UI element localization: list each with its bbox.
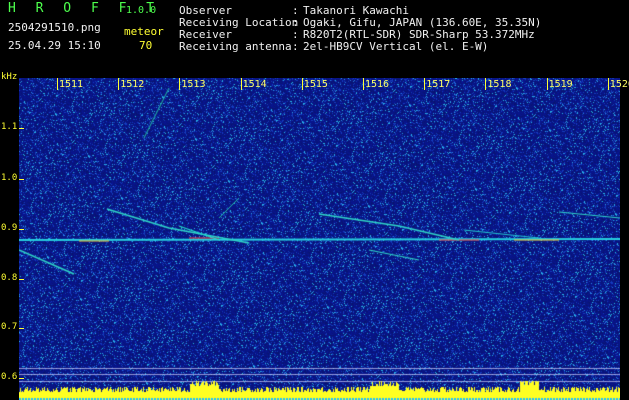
x-tick-mark: [301, 78, 303, 90]
x-tick-label: 1512: [120, 79, 145, 90]
x-tick-label: 1516: [365, 79, 390, 90]
y-tick-label: 0.6: [1, 372, 18, 382]
x-tick-label: 1518: [487, 79, 512, 90]
y-tick-mark: [19, 328, 24, 329]
x-tick-mark: [179, 78, 181, 90]
y-axis-unit: kHz: [1, 72, 18, 82]
x-tick-mark: [363, 78, 364, 90]
x-tick-mark: [424, 78, 426, 90]
x-tick-label: 1511: [59, 79, 84, 90]
x-tick-label: 1519: [548, 79, 573, 90]
y-tick-mark: [19, 378, 24, 379]
antenna-separator: :: [292, 40, 299, 53]
x-tick-label: 1517: [426, 79, 451, 90]
x-tick-mark: [240, 78, 242, 90]
file-name: 2504291510.png: [8, 21, 101, 34]
y-tick-mark: [19, 229, 24, 230]
y-tick-mark: [19, 128, 24, 129]
app-version: 1.0.0: [126, 5, 157, 16]
antenna-label: Receiving antenna: [179, 40, 292, 53]
x-tick-mark: [546, 78, 548, 90]
x-tick-mark: [485, 78, 487, 90]
y-tick-label: 0.7: [1, 322, 18, 332]
y-tick-label: 1.1: [1, 122, 18, 132]
x-tick-mark: [57, 78, 58, 90]
x-tick-label: 1520: [609, 79, 629, 90]
meteor-count: 70: [139, 39, 153, 52]
header-panel: H R O F F T 1.0.0 2504291510.png 25.04.2…: [0, 0, 629, 78]
x-tick-label: 1513: [181, 79, 206, 90]
x-tick-mark: [118, 78, 120, 90]
meteor-label: meteor: [124, 25, 164, 38]
x-tick-mark: [607, 78, 609, 90]
y-tick-mark: [19, 179, 24, 180]
x-tick-label: 1514: [242, 79, 267, 90]
timestamp: 25.04.29 15:10: [8, 39, 101, 52]
y-tick-label: 0.9: [1, 223, 18, 233]
y-tick-mark: [19, 279, 24, 280]
x-tick-label: 1515: [303, 79, 328, 90]
antenna-value: 2el-HB9CV Vertical (el. E-W): [303, 40, 489, 53]
spectrogram-canvas: [19, 78, 620, 400]
y-tick-label: 1.0: [1, 173, 18, 183]
y-tick-label: 0.8: [1, 273, 18, 283]
